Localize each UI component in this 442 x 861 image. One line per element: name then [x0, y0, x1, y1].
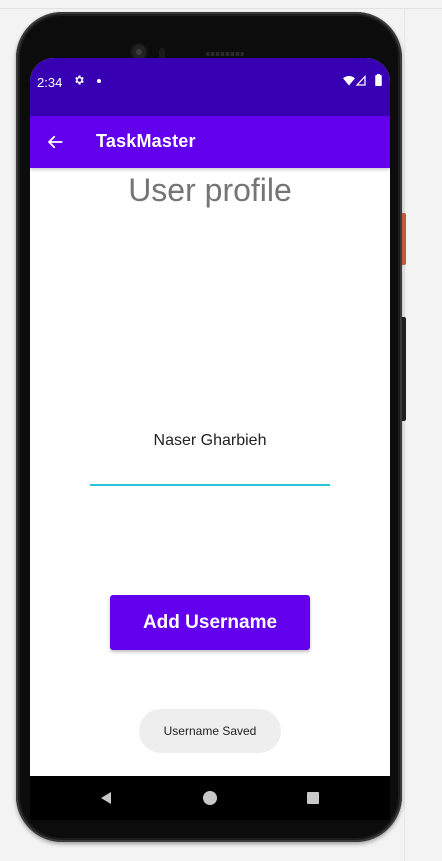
window-divider — [404, 8, 405, 861]
toast-message: Username Saved — [139, 709, 281, 753]
input-underline — [90, 484, 330, 486]
page-title: User profile — [128, 172, 292, 208]
nav-back-icon[interactable] — [99, 791, 113, 805]
wifi-icon — [343, 76, 355, 86]
power-button[interactable] — [402, 213, 406, 265]
username-input[interactable] — [90, 426, 330, 456]
window-divider — [0, 8, 442, 9]
system-nav-bar — [30, 776, 390, 820]
nav-recents-icon[interactable] — [307, 792, 319, 804]
status-bar: 2:34 — [30, 58, 390, 116]
emulator-window: 2:34 TaskMaster User profile Naser Gharb… — [0, 0, 442, 861]
battery-icon — [375, 74, 382, 86]
nav-home-icon[interactable] — [203, 791, 217, 805]
front-camera-icon — [132, 45, 146, 59]
arrow-back-icon[interactable] — [46, 133, 64, 151]
status-time: 2:34 — [37, 75, 63, 90]
notification-dot-icon — [97, 79, 101, 83]
add-username-button[interactable]: Add Username — [110, 595, 310, 650]
app-bar: TaskMaster — [30, 116, 390, 168]
gear-icon — [75, 75, 84, 85]
phone-screen: 2:34 TaskMaster User profile Naser Gharb… — [30, 58, 390, 776]
earpiece-speaker-icon — [206, 52, 244, 56]
app-title: TaskMaster — [96, 131, 196, 151]
signal-icon — [356, 75, 366, 86]
volume-button[interactable] — [402, 317, 406, 421]
